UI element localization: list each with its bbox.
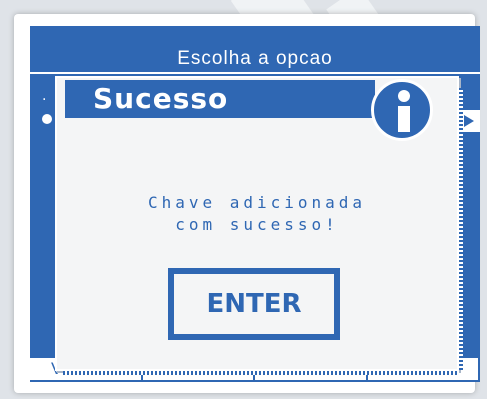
enter-button[interactable]: ENTER bbox=[168, 268, 340, 340]
menu-bullet-icon bbox=[42, 114, 52, 124]
info-icon bbox=[371, 79, 433, 141]
menu-dot: . bbox=[42, 88, 47, 104]
info-icon-dot bbox=[398, 90, 410, 102]
enter-button-label: ENTER bbox=[174, 274, 334, 334]
dialog-header: Sucesso bbox=[65, 80, 375, 118]
title-divider bbox=[30, 72, 480, 74]
dialog-message: Chave adicionada com sucesso! bbox=[57, 192, 457, 236]
dialog-message-line1: Chave adicionada bbox=[147, 193, 367, 212]
dialog-shadow-bottom bbox=[63, 371, 459, 375]
info-icon-bar bbox=[398, 106, 410, 132]
success-dialog: Sucesso Chave adicionada com sucesso! EN… bbox=[55, 76, 463, 375]
dialog-shadow-right bbox=[459, 88, 463, 370]
dialog-title: Sucesso bbox=[93, 82, 229, 115]
screen-title: Escolha a opcao bbox=[177, 48, 333, 69]
dialog-message-line2: com sucesso! bbox=[175, 215, 339, 234]
